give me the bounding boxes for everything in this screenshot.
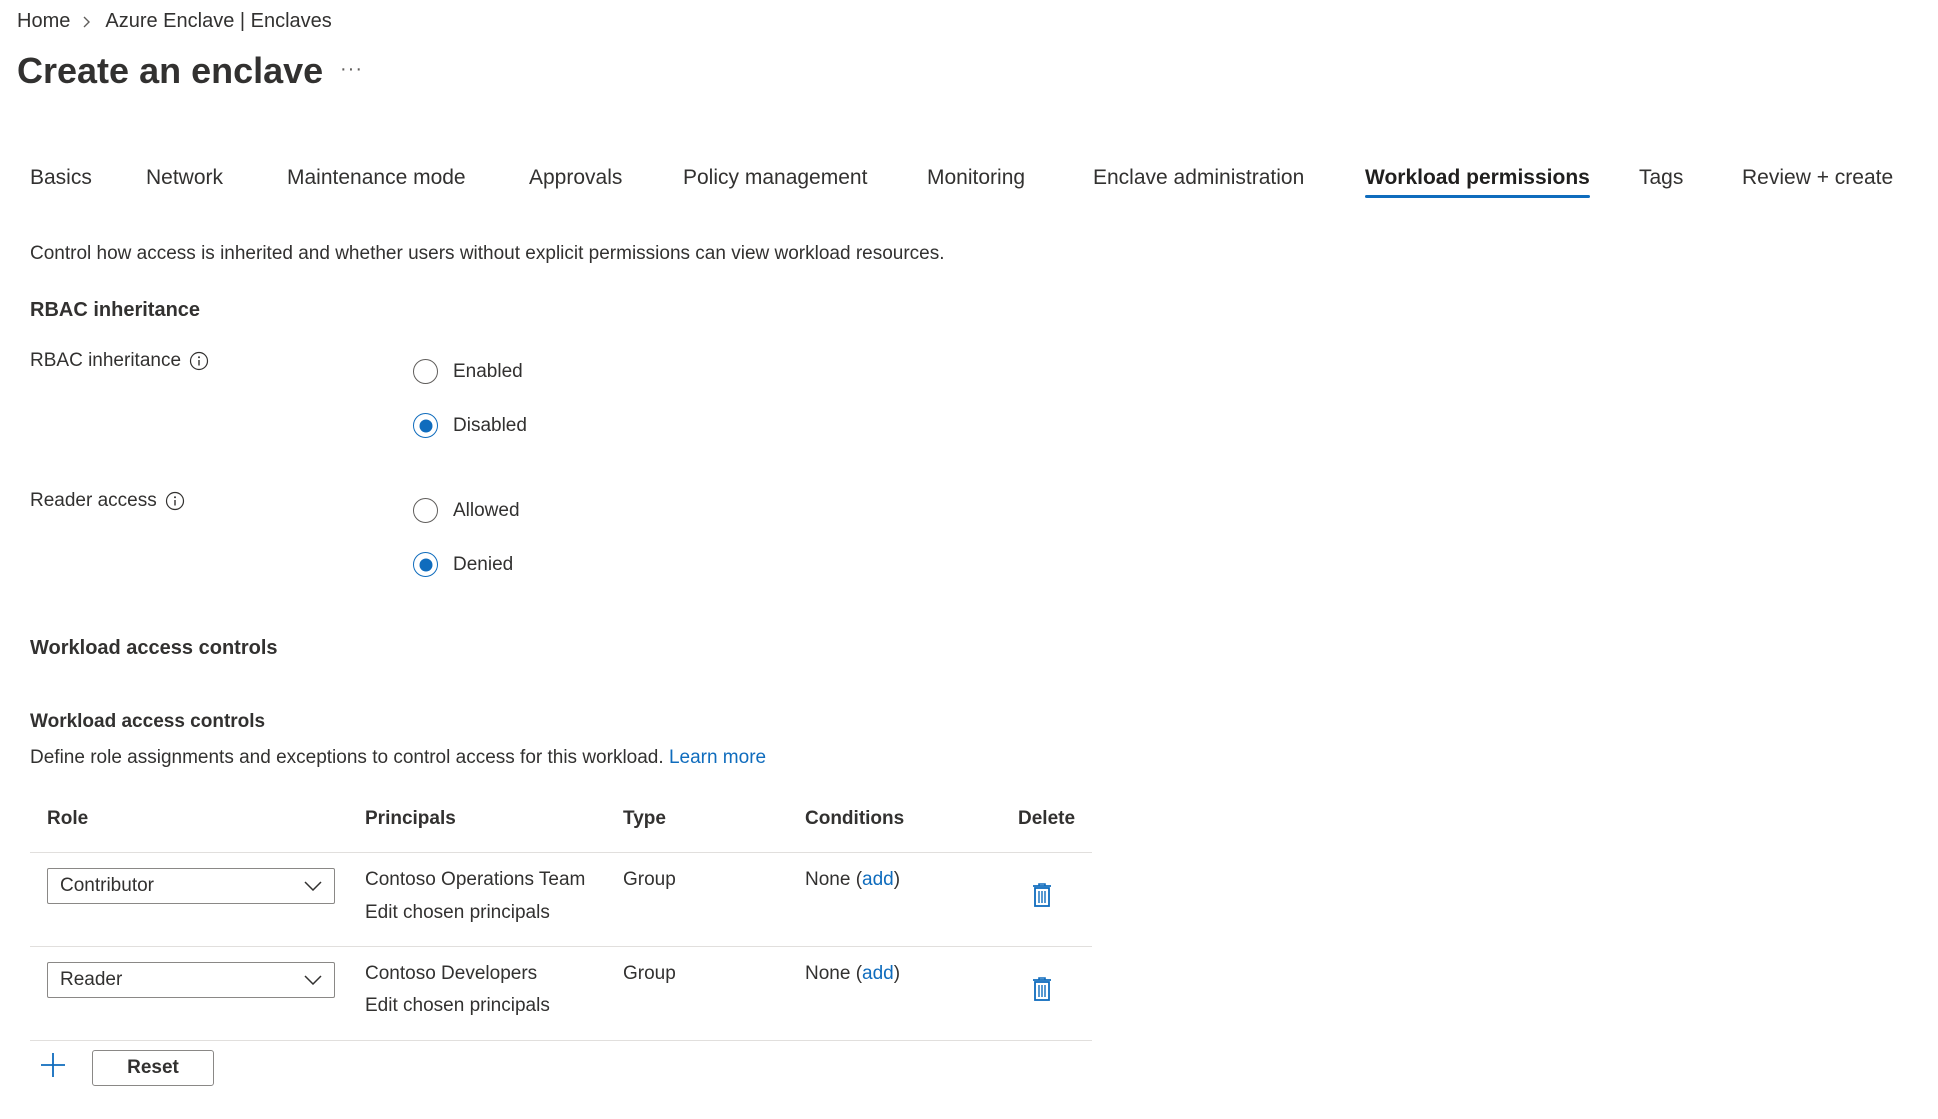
page-title: Create an enclave <box>17 50 324 91</box>
rbac-disabled-label: Disabled <box>453 414 527 436</box>
radio-circle[interactable] <box>413 413 438 438</box>
tab-workload-permissions[interactable]: Workload permissions <box>1365 150 1590 198</box>
workload-help-text-body: Define role assignments and exceptions t… <box>30 747 664 768</box>
radio-circle[interactable] <box>413 359 438 384</box>
workload-subtitle: Workload access controls <box>30 711 266 732</box>
conditions-suffix: ) <box>893 963 901 984</box>
conditions-cell: None (add) <box>805 869 900 891</box>
rbac-enabled-label: Enabled <box>453 360 523 382</box>
conditions-prefix: None ( <box>805 963 863 984</box>
chevron-down-icon <box>304 875 322 897</box>
tab-policy-management[interactable]: Policy management <box>683 150 867 198</box>
role-select[interactable]: Reader <box>47 962 335 998</box>
tab-basics[interactable]: Basics <box>30 150 92 198</box>
row-divider <box>30 946 1092 947</box>
workload-help-text: Define role assignments and exceptions t… <box>30 747 766 769</box>
learn-more-link[interactable]: Learn more <box>669 747 766 768</box>
edit-chosen-principals-link[interactable]: Edit chosen principals <box>365 902 550 924</box>
reader-allowed-radio[interactable]: Allowed <box>413 498 520 523</box>
tab-bar: Basics Network Maintenance mode Approval… <box>30 150 1910 210</box>
conditions-suffix: ) <box>893 869 901 890</box>
tab-enclave-administration[interactable]: Enclave administration <box>1093 150 1304 198</box>
rbac-disabled-radio[interactable]: Disabled <box>413 413 527 438</box>
reader-access-label: Reader access <box>30 490 185 512</box>
conditions-cell: None (add) <box>805 963 900 985</box>
principal-type: Group <box>623 869 676 890</box>
principal-name: Contoso Operations Team <box>365 869 586 890</box>
tab-network[interactable]: Network <box>146 150 223 198</box>
role-select-value: Reader <box>60 969 123 990</box>
page-description: Control how access is inherited and whet… <box>30 243 945 264</box>
radio-circle[interactable] <box>413 552 438 577</box>
breadcrumb: Home Azure Enclave | Enclaves <box>17 10 332 33</box>
rbac-inheritance-label: RBAC inheritance <box>30 350 209 372</box>
header-delete: Delete <box>1018 808 1076 829</box>
add-condition-link[interactable]: add <box>862 869 894 890</box>
info-icon[interactable] <box>189 351 209 371</box>
conditions-prefix: None ( <box>805 869 863 890</box>
reader-allowed-label: Allowed <box>453 499 520 521</box>
breadcrumb-home-link[interactable]: Home <box>17 10 70 33</box>
workload-section-title: Workload access controls <box>30 637 278 659</box>
add-icon[interactable] <box>40 1052 66 1083</box>
role-select-value: Contributor <box>60 875 154 896</box>
tab-maintenance-mode[interactable]: Maintenance mode <box>287 150 466 198</box>
role-select[interactable]: Contributor <box>47 868 335 904</box>
row-divider <box>30 852 1092 853</box>
reader-access-label-text: Reader access <box>30 490 157 511</box>
row-divider <box>30 1040 1092 1041</box>
header-type: Type <box>623 808 666 829</box>
info-icon[interactable] <box>165 491 185 511</box>
header-role: Role <box>47 808 89 829</box>
delete-icon[interactable] <box>1031 882 1053 913</box>
breadcrumb-parent-link[interactable]: Azure Enclave | Enclaves <box>105 10 331 33</box>
chevron-right-icon <box>82 16 91 28</box>
reader-denied-label: Denied <box>453 553 514 575</box>
rbac-section-title: RBAC inheritance <box>30 299 201 321</box>
rbac-inheritance-label-text: RBAC inheritance <box>30 350 182 371</box>
add-condition-link[interactable]: add <box>862 963 894 984</box>
principal-name: Contoso Developers <box>365 963 538 984</box>
chevron-down-icon <box>304 969 322 991</box>
rbac-enabled-radio[interactable]: Enabled <box>413 359 523 384</box>
header-principals: Principals <box>365 808 456 829</box>
reset-button[interactable]: Reset <box>92 1050 214 1086</box>
radio-circle[interactable] <box>413 498 438 523</box>
reader-denied-radio[interactable]: Denied <box>413 552 513 577</box>
tab-tags[interactable]: Tags <box>1639 150 1683 198</box>
edit-chosen-principals-link[interactable]: Edit chosen principals <box>365 995 550 1017</box>
tab-review-create[interactable]: Review + create <box>1742 150 1893 198</box>
more-options-button[interactable]: ··· <box>340 58 363 81</box>
delete-icon[interactable] <box>1031 976 1053 1007</box>
tab-approvals[interactable]: Approvals <box>529 150 622 198</box>
principal-type: Group <box>623 963 676 984</box>
tab-monitoring[interactable]: Monitoring <box>927 150 1025 198</box>
header-conditions: Conditions <box>805 808 905 829</box>
